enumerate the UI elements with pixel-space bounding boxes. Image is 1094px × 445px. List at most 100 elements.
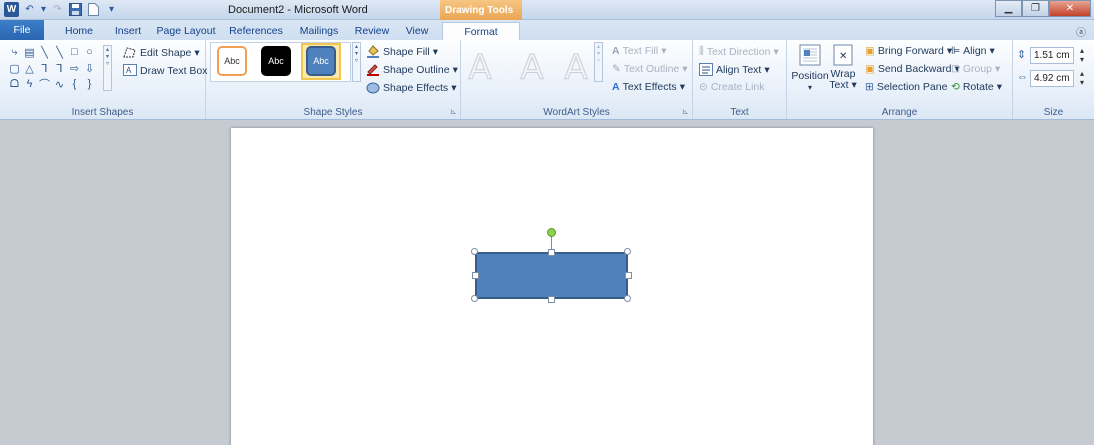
tab-mailings[interactable]: Mailings [293, 22, 345, 40]
group-button[interactable]: ⊡ Group ▾ [951, 63, 1000, 75]
shapes-gallery[interactable]: ⤷ ▤ ╲ ╲ □ ○ ▢ △ ⅂ ⅂ ⇨ ⇩ ᗝ ϟ ⌒ ∿ { } [8, 45, 111, 92]
resize-handle-top-left[interactable] [471, 248, 478, 255]
document-page[interactable] [231, 128, 873, 445]
chevron-down-icon: ▾ [996, 81, 1003, 93]
title-bar: W ↶ ▾ ↷ ▾ Document2 - Microsoft Word Dra… [0, 0, 1094, 20]
arc-shape-icon[interactable]: ⌒ [38, 77, 51, 91]
shape-style-blue-fill[interactable]: Abc [306, 46, 336, 76]
oval-shape-icon[interactable]: ○ [83, 45, 96, 59]
curved-arrow-shape-icon[interactable]: ⤷ [8, 45, 21, 59]
shape-outline-button[interactable]: Shape Outline ▾ [366, 63, 458, 76]
scribble-shape-icon[interactable]: ϟ [23, 77, 36, 91]
resize-handle-bottom-left[interactable] [471, 295, 478, 302]
redo-icon[interactable]: ↷ [50, 2, 65, 17]
wordart-style-1[interactable]: A [461, 48, 499, 89]
tab-view[interactable]: View [399, 22, 435, 40]
chevron-down-icon: ▾ [679, 81, 685, 93]
tab-home[interactable]: Home [56, 22, 102, 40]
ribbon: ⤷ ▤ ╲ ╲ □ ○ ▢ △ ⅂ ⅂ ⇨ ⇩ ᗝ ϟ ⌒ ∿ { } ▴ ▾ ▿ … [0, 40, 1094, 120]
text-effects-icon: A [612, 81, 620, 93]
undo-icon[interactable]: ↶ [22, 2, 37, 17]
group-label-wordart-styles: WordArt Styles [543, 107, 610, 118]
tab-page-layout[interactable]: Page Layout [153, 22, 219, 40]
align-text-button[interactable]: Align Text ▾ [699, 63, 770, 76]
rotate-button[interactable]: ⟲ Rotate ▾ [951, 81, 1002, 93]
elbow-connector-shape-icon[interactable]: ⅂ [38, 61, 51, 75]
new-document-icon[interactable] [86, 2, 101, 17]
rectangle-shape-icon[interactable]: □ [68, 45, 81, 59]
right-brace-shape-icon[interactable]: } [83, 77, 96, 91]
text-direction-button[interactable]: ⫼ Text Direction ▾ [699, 45, 779, 58]
save-icon[interactable] [68, 2, 83, 17]
text-outline-button[interactable]: ✎ Text Outline ▾ [612, 63, 688, 75]
restore-icon[interactable]: ❐ [1022, 0, 1049, 17]
wordart-style-3[interactable]: A [557, 48, 595, 89]
resize-handle-bottom[interactable] [548, 296, 555, 303]
chevron-down-icon: ▾ [194, 46, 200, 59]
tab-references[interactable]: References [225, 22, 287, 40]
minimize-icon[interactable]: ▁ [995, 0, 1022, 17]
customize-qat-icon[interactable]: ▾ [104, 2, 119, 17]
resize-handle-left[interactable] [472, 272, 479, 279]
rounded-rectangle-shape-icon[interactable]: ▢ [8, 61, 21, 75]
shape-style-orange-outline[interactable]: Abc [217, 46, 247, 76]
chevron-down-icon: ▾ [661, 45, 667, 57]
shape-effects-button[interactable]: Shape Effects ▾ [366, 81, 456, 94]
wordart-style-2[interactable]: A [513, 48, 551, 89]
position-button[interactable]: Position ▾ [791, 44, 829, 92]
text-direction-icon: ⫼ [699, 45, 704, 57]
shape-fill-button[interactable]: Shape Fill ▾ [366, 45, 438, 58]
create-link-button[interactable]: ⊝ Create Link [699, 81, 765, 93]
text-fill-icon: A [612, 45, 620, 57]
triangle-shape-icon[interactable]: △ [23, 61, 36, 75]
align-button[interactable]: ⊫ Align ▾ [951, 45, 995, 57]
resize-handle-top[interactable] [548, 249, 555, 256]
text-fill-button[interactable]: A Text Fill ▾ [612, 45, 666, 57]
resize-handle-bottom-right[interactable] [624, 295, 631, 302]
right-arrow-shape-icon[interactable]: ⇨ [68, 61, 81, 75]
shape-style-black-fill[interactable]: Abc [261, 46, 291, 76]
edit-shape-button[interactable]: Edit Shape ▾ [123, 46, 200, 59]
draw-text-box-button[interactable]: A Draw Text Box [123, 64, 208, 77]
shape-height-input[interactable]: 1.51 cm [1030, 47, 1074, 64]
freeform-shape-icon[interactable]: ᗝ [8, 77, 21, 91]
tab-insert[interactable]: Insert [108, 22, 148, 40]
shape-width-input[interactable]: 4.92 cm [1030, 70, 1074, 87]
close-icon[interactable]: ✕ [1049, 0, 1091, 17]
shape-width-icon: ⇔ [1017, 71, 1028, 83]
elbow-connector-shape-icon[interactable]: ⅂ [53, 61, 66, 75]
down-arrow-shape-icon[interactable]: ⇩ [83, 61, 96, 75]
word-app-icon[interactable]: W [4, 2, 19, 17]
text-box-shape-icon[interactable]: ▤ [23, 45, 36, 59]
wordart-gallery-scroll[interactable]: ▴ ▾ ▿ [594, 42, 603, 82]
rotate-icon: ⟲ [951, 81, 960, 93]
shapes-gallery-scroll[interactable]: ▴ ▾ ▿ [103, 45, 112, 91]
curve-shape-icon[interactable]: ∿ [53, 77, 66, 91]
shape-styles-scroll[interactable]: ▴ ▾ ▿ [352, 42, 361, 82]
help-icon[interactable]: ⓐ [1076, 24, 1086, 39]
line-shape-icon[interactable]: ╲ [53, 45, 66, 59]
tab-file[interactable]: File [0, 20, 44, 40]
resize-handle-right[interactable] [625, 272, 632, 279]
resize-handle-top-right[interactable] [624, 248, 631, 255]
rectangle-shape[interactable] [475, 252, 628, 299]
wrap-text-button[interactable]: ✕ Wrap Text ▾ [829, 44, 857, 91]
send-backward-button[interactable]: ▣ Send Backward ▾ [865, 63, 960, 75]
chevron-down-icon[interactable]: ▾ [40, 2, 47, 17]
tab-format[interactable]: Format [442, 22, 520, 40]
bring-forward-button[interactable]: ▣ Bring Forward ▾ [865, 45, 952, 57]
left-brace-shape-icon[interactable]: { [68, 77, 81, 91]
dialog-launcher-icon[interactable]: ⊾ [682, 107, 689, 116]
tab-review[interactable]: Review [351, 22, 393, 40]
group-label-shape-styles: Shape Styles [303, 107, 363, 118]
line-shape-icon[interactable]: ╲ [38, 45, 51, 59]
quick-access-toolbar: W ↶ ▾ ↷ ▾ [4, 2, 119, 17]
rotation-handle[interactable] [547, 228, 556, 237]
text-effects-button[interactable]: A Text Effects ▾ [612, 81, 685, 93]
dialog-launcher-icon[interactable]: ⊾ [450, 107, 457, 116]
chevron-down-icon: ▾ [989, 45, 995, 57]
bring-forward-icon: ▣ [865, 45, 875, 57]
selection-pane-button[interactable]: ⊞ Selection Pane [865, 81, 947, 93]
width-spinner-icon[interactable]: ▴ ▾ [1080, 69, 1084, 87]
height-spinner-icon[interactable]: ▴ ▾ [1080, 46, 1084, 64]
